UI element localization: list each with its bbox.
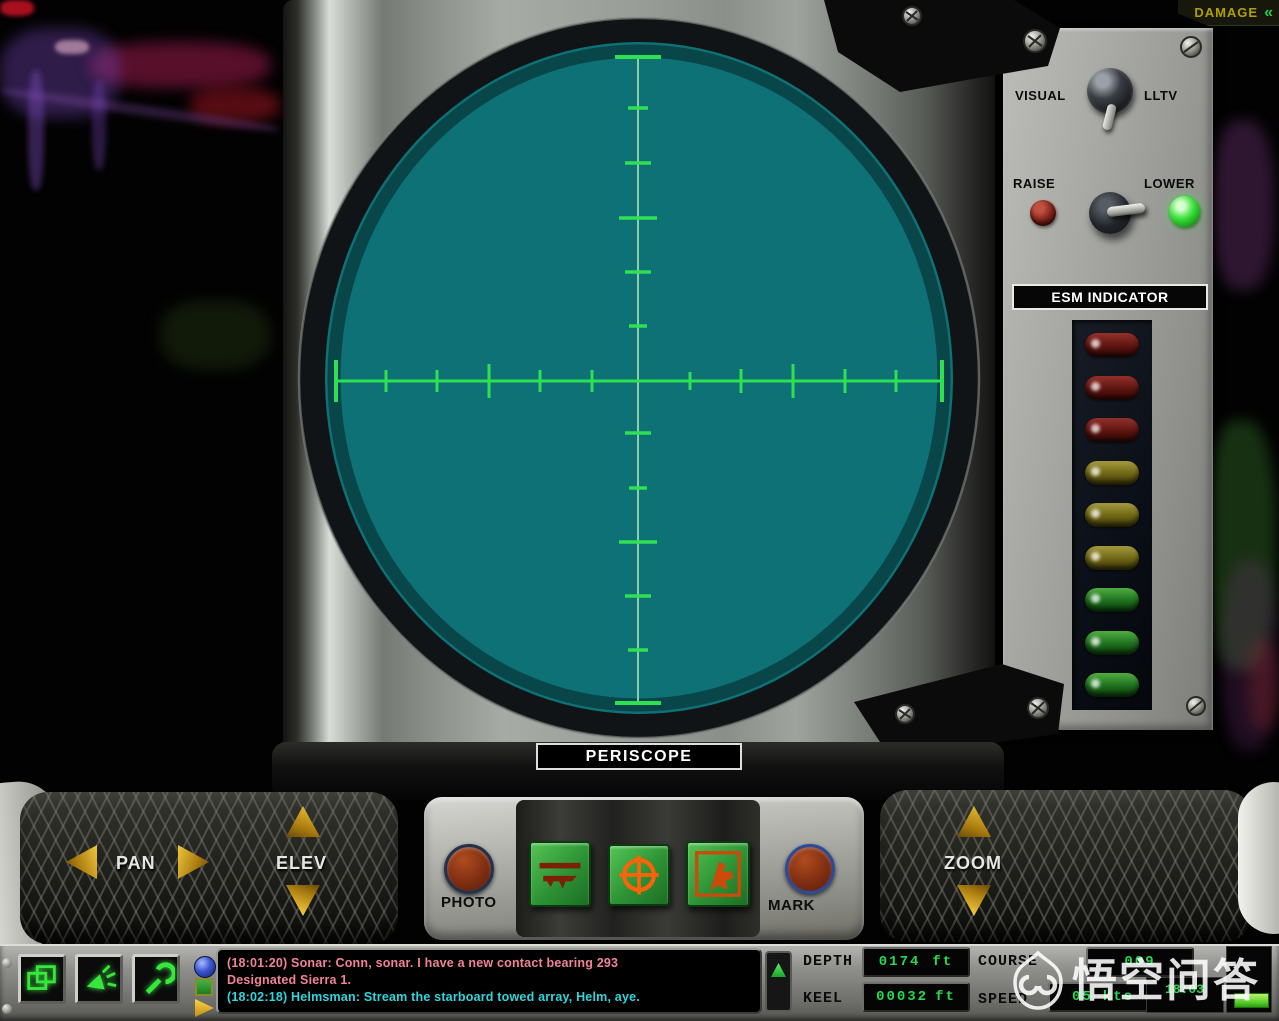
bg-glow: [0, 0, 34, 16]
course-value-box: 009: [1086, 947, 1194, 977]
optics-panel: VISUAL LLTV RAISE LOWER ESM INDICATOR: [1003, 28, 1213, 730]
pan-label: PAN: [116, 853, 156, 874]
visual-lltv-knob[interactable]: [1087, 68, 1133, 114]
right-handle[interactable]: [880, 790, 1252, 942]
contact-mark-button[interactable]: [686, 841, 750, 907]
right-handle-cap: [1238, 782, 1279, 934]
log-line: Designated Sierra 1.: [227, 972, 751, 989]
windows-icon: [23, 960, 61, 998]
speed-value-box: 05 kts: [1048, 982, 1158, 1012]
lltv-label: LLTV: [1144, 88, 1178, 103]
depth-raise-button[interactable]: [765, 951, 792, 1012]
alarm-button[interactable]: [75, 954, 123, 1004]
time-display: 18:03: [1146, 977, 1224, 1013]
course-value: 009: [1124, 954, 1155, 970]
speed-value: 05: [1072, 989, 1093, 1005]
visual-label: VISUAL: [1015, 88, 1066, 103]
esm-light-amber: [1085, 503, 1139, 527]
mark-button[interactable]: [785, 844, 835, 894]
damage-tab[interactable]: DAMAGE «: [1178, 0, 1279, 26]
waterline-ship-icon: [534, 848, 586, 900]
left-handle[interactable]: [20, 792, 398, 944]
green-indicator-button[interactable]: [195, 978, 213, 996]
windows-button[interactable]: [18, 954, 66, 1004]
reticle-icon: [613, 849, 665, 901]
log-line: (18:02:18) Helmsman: Stream the starboar…: [227, 989, 751, 1006]
course-label: COURSE: [978, 953, 1038, 970]
signal-bar: [1234, 993, 1269, 1008]
esm-light-amber: [1085, 546, 1139, 570]
keel-label: KEEL: [803, 990, 843, 1007]
esm-light-red: [1085, 376, 1139, 400]
bg-glow: [55, 40, 89, 54]
periscope-cylinder: [283, 0, 995, 772]
bg-glow: [1212, 120, 1274, 290]
bg-glow: [92, 80, 106, 170]
damage-label: DAMAGE: [1194, 5, 1258, 20]
message-log: (18:01:20) Sonar: Conn, sonar. I have a …: [216, 948, 762, 1014]
mark-label: MARK: [768, 897, 815, 914]
bg-glow: [160, 300, 270, 370]
esm-light-green: [1085, 673, 1139, 697]
esm-light-green: [1085, 588, 1139, 612]
blue-indicator-button[interactable]: [194, 956, 216, 978]
contact-ship-icon: [691, 846, 745, 902]
depth-label: DEPTH: [803, 953, 853, 970]
log-line: (18:01:20) Sonar: Conn, sonar. I have a …: [227, 955, 751, 972]
screw: [2, 958, 12, 968]
keel-value-box: 00032 ft: [862, 982, 970, 1012]
periscope-nameplate: PERISCOPE: [536, 743, 742, 770]
depth-unit: ft: [932, 954, 953, 970]
keel-value: 00032: [876, 989, 928, 1005]
photo-button[interactable]: [444, 844, 494, 894]
lower-label: LOWER: [1144, 176, 1195, 191]
damage-chevrons-icon[interactable]: «: [1264, 8, 1273, 18]
wrench-icon: [137, 960, 175, 998]
reticle-view-button[interactable]: [608, 844, 670, 906]
raise-label: RAISE: [1013, 176, 1055, 191]
esm-light-green: [1085, 631, 1139, 655]
photo-label: PHOTO: [441, 894, 497, 911]
raise-lamp: [1030, 200, 1056, 226]
play-button[interactable]: [195, 999, 214, 1017]
esm-light-strip: [1072, 320, 1152, 710]
speed-label: SPEED: [978, 991, 1028, 1008]
waterline-view-button[interactable]: [529, 841, 591, 907]
lower-lamp: [1169, 196, 1200, 227]
up-triangle-icon: [771, 963, 786, 977]
esm-indicator-title: ESM INDICATOR: [1012, 284, 1208, 310]
alarm-icon: [80, 960, 118, 998]
periscope-station-screen: VISUAL LLTV RAISE LOWER ESM INDICATOR: [0, 0, 1279, 1021]
bg-glow: [1248, 640, 1278, 730]
signal-gauge: [1226, 946, 1272, 1013]
bg-glow: [28, 70, 44, 190]
elev-label: ELEV: [276, 853, 327, 874]
esm-light-amber: [1085, 461, 1139, 485]
keel-unit: ft: [935, 989, 956, 1005]
esm-light-red: [1085, 333, 1139, 357]
screw: [2, 1004, 12, 1014]
speed-unit: kts: [1103, 989, 1134, 1005]
time-value: 18:03: [1165, 982, 1204, 997]
esm-light-red: [1085, 418, 1139, 442]
depth-value-box: 0174 ft: [862, 947, 970, 977]
zoom-label: ZOOM: [944, 853, 1002, 874]
wrench-button[interactable]: [132, 954, 180, 1004]
depth-value: 0174: [879, 954, 921, 970]
